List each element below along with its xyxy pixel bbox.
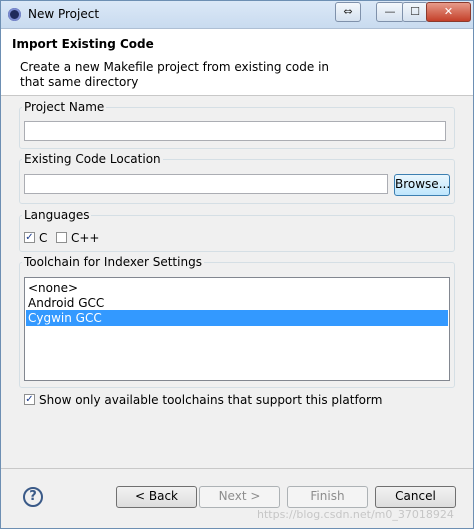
- project-name-label: Project Name: [24, 100, 105, 114]
- restore-icon[interactable]: ⇔: [335, 2, 361, 22]
- window-title: New Project: [28, 7, 100, 21]
- close-button[interactable]: ✕: [426, 2, 471, 22]
- cpp-checkbox[interactable]: [56, 232, 67, 243]
- title-bar[interactable]: New Project ⇔ — ☐ ✕: [1, 1, 473, 29]
- next-button[interactable]: Next >: [199, 486, 280, 508]
- wizard-title: Import Existing Code: [12, 37, 154, 51]
- cancel-button[interactable]: Cancel: [375, 486, 456, 508]
- help-icon[interactable]: ?: [23, 487, 43, 507]
- c-checkbox[interactable]: ✓: [24, 232, 35, 243]
- browse-button[interactable]: Browse...: [394, 174, 450, 196]
- wizard-header: Import Existing Code Create a new Makefi…: [1, 29, 473, 96]
- code-location-input[interactable]: [24, 174, 388, 194]
- languages-group: Languages: [19, 208, 455, 252]
- eclipse-icon: [8, 8, 21, 21]
- show-only-checkbox[interactable]: ✓: [24, 394, 35, 405]
- maximize-button[interactable]: ☐: [402, 2, 428, 22]
- toolchain-item-cygwin-gcc[interactable]: Cygwin GCC: [26, 310, 448, 326]
- footer-separator: [1, 468, 473, 469]
- toolchain-item-android-gcc[interactable]: Android GCC: [26, 295, 448, 311]
- finish-button[interactable]: Finish: [287, 486, 368, 508]
- toolchain-label: Toolchain for Indexer Settings: [24, 255, 202, 269]
- toolchain-list[interactable]: <none> Android GCC Cygwin GCC: [24, 277, 450, 381]
- toolchain-item-none[interactable]: <none>: [26, 280, 448, 296]
- languages-label: Languages: [24, 208, 90, 222]
- minimize-button[interactable]: —: [376, 2, 404, 22]
- wizard-description: Create a new Makefile project from exist…: [20, 60, 330, 89]
- watermark-text: https://blog.csdn.net/m0_37018924: [257, 508, 454, 521]
- new-project-dialog: New Project ⇔ — ☐ ✕ Import Existing Code…: [0, 0, 474, 529]
- back-button[interactable]: < Back: [116, 486, 197, 508]
- project-name-input[interactable]: [24, 121, 446, 141]
- c-checkbox-label: C: [39, 231, 48, 245]
- show-only-checkbox-label: Show only available toolchains that supp…: [39, 393, 383, 407]
- code-location-label: Existing Code Location: [24, 152, 161, 166]
- cpp-checkbox-label: C++: [71, 231, 100, 245]
